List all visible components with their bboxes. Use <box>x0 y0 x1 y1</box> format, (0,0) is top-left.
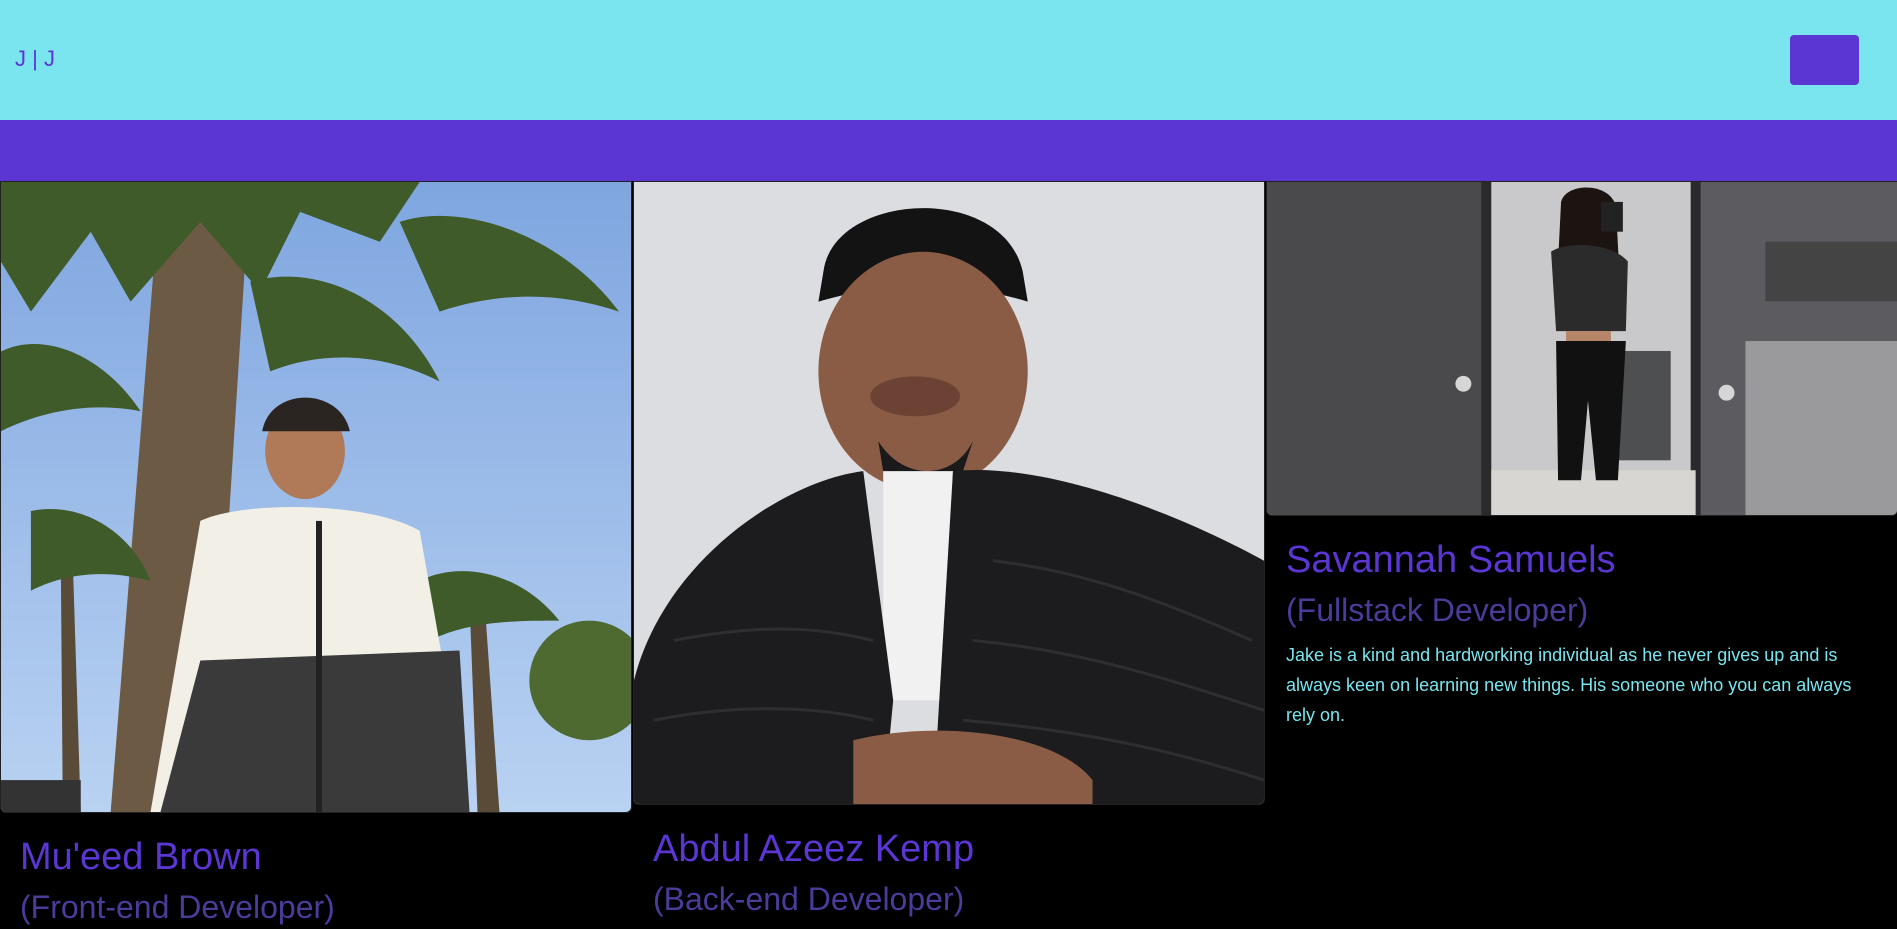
member-name: Mu'eed Brown <box>20 836 262 878</box>
team-card-abdul: Abdul Azeez Kemp (Back-end Developer) <box>633 181 1265 919</box>
profile-photo <box>633 181 1265 805</box>
header-band <box>0 120 1897 181</box>
team-card-savannah: Savannah Samuels (Fullstack Developer) J… <box>1266 181 1897 730</box>
card-body: Savannah Samuels (Fullstack Developer) J… <box>1266 538 1897 730</box>
member-role: (Back-end Developer) <box>653 881 965 917</box>
brand-logo[interactable]: J | J <box>15 46 55 72</box>
member-name: Abdul Azeez Kemp <box>653 828 975 870</box>
card-body: Mu'eed Brown (Front-end Developer) <box>0 835 632 927</box>
navbar: J | J <box>0 0 1897 120</box>
card-body: Abdul Azeez Kemp (Back-end Developer) <box>633 827 1265 919</box>
member-bio: Jake is a kind and hardworking individua… <box>1286 645 1852 725</box>
menu-toggle-button[interactable] <box>1790 35 1859 85</box>
team-card-mueed: Mu'eed Brown (Front-end Developer) <box>0 181 632 927</box>
member-role: (Fullstack Developer) <box>1286 592 1589 628</box>
member-name: Savannah Samuels <box>1286 539 1616 581</box>
profile-photo <box>1266 181 1897 516</box>
profile-photo <box>0 181 632 813</box>
member-role: (Front-end Developer) <box>20 889 335 925</box>
